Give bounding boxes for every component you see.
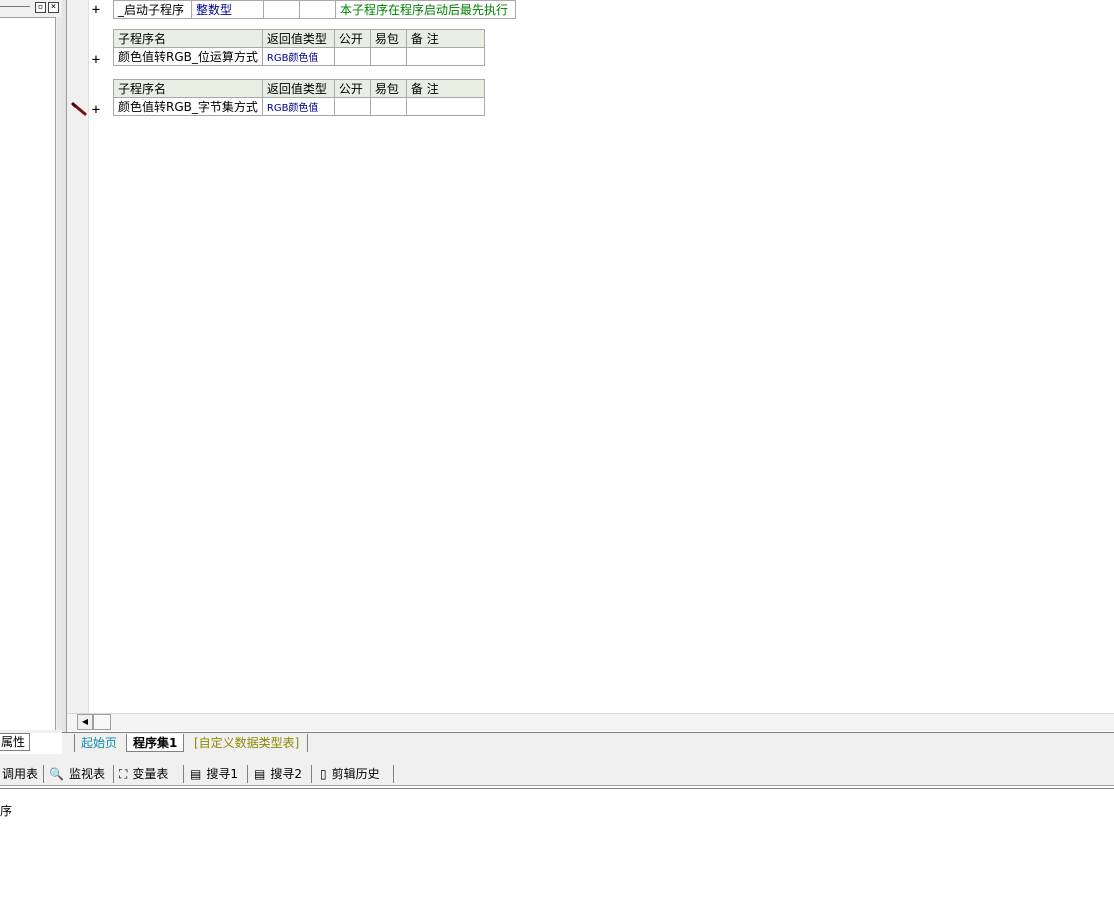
scroll-left-arrow-icon[interactable]: ◀: [77, 714, 93, 730]
panel-title-line: [0, 6, 30, 7]
header-easy-pack: 易包: [369, 79, 407, 98]
table-header-row: 子程序名 返回值类型 公开 易包 备 注: [113, 29, 485, 48]
scroll-thumb[interactable]: [93, 714, 111, 730]
tab-program-set-1[interactable]: 程序集1: [126, 734, 185, 752]
header-public: 公开: [333, 29, 371, 48]
call-table-label: 调用表: [2, 767, 39, 781]
return-type[interactable]: RGB颜色值: [261, 97, 335, 116]
note-cell[interactable]: [405, 97, 485, 116]
tab-start-page[interactable]: 起始页: [74, 734, 123, 752]
toolbar-separator: [247, 765, 248, 783]
variable-table-label: 变量表: [132, 767, 169, 781]
restore-icon[interactable]: ▫: [35, 2, 46, 13]
watch-table-button[interactable]: 🔍 监视表: [49, 766, 105, 783]
clipboard-icon: ▯: [320, 767, 327, 781]
header-note: 备 注: [405, 79, 485, 98]
search2-label: 搜寻2: [270, 767, 302, 781]
header-return-type: 返回值类型: [261, 79, 335, 98]
subroutine-name[interactable]: 颜色值转RGB_字节集方式: [113, 97, 263, 116]
public-cell[interactable]: [333, 47, 371, 66]
header-note: 备 注: [405, 29, 485, 48]
subroutine-table-bytes: 子程序名 返回值类型 公开 易包 备 注 颜色值转RGB_字节集方式 RGB颜色…: [113, 79, 485, 116]
panel-separator: [0, 754, 1114, 762]
expand-icon[interactable]: +: [90, 3, 102, 17]
table-row: _启动子程序 整数型 本子程序在程序启动后最先执行: [113, 0, 516, 19]
header-easy-pack: 易包: [369, 29, 407, 48]
close-icon[interactable]: ×: [48, 2, 59, 13]
toolbar-separator: [311, 765, 312, 783]
toolbar-separator: [393, 765, 394, 783]
search-doc-icon: ▤: [254, 767, 266, 781]
subroutine-name[interactable]: _启动子程序: [113, 0, 192, 19]
subroutine-name[interactable]: 颜色值转RGB_位运算方式: [113, 47, 263, 66]
header-return-type: 返回值类型: [261, 29, 335, 48]
public-cell[interactable]: [333, 97, 371, 116]
properties-tab[interactable]: 属性: [0, 733, 30, 751]
tab-custom-data-types[interactable]: [自定义数据类型表]: [188, 734, 309, 752]
easy-pack-cell[interactable]: [369, 97, 407, 116]
header-name: 子程序名: [113, 29, 263, 48]
output-text: 序: [0, 804, 13, 818]
table-header-row: 子程序名 返回值类型 公开 易包 备 注: [113, 79, 485, 98]
watch-table-label: 监视表: [68, 767, 105, 781]
edit-pen-icon: [71, 102, 87, 116]
variables-icon: ⛶: [119, 767, 128, 781]
header-name: 子程序名: [113, 79, 263, 98]
search1-label: 搜寻1: [206, 767, 238, 781]
magnifier-icon: 🔍: [49, 767, 64, 781]
toolbar-separator: [113, 765, 114, 783]
return-type[interactable]: 整数型: [191, 0, 264, 19]
search1-button[interactable]: ▤ 搜寻1: [190, 766, 238, 783]
call-table-button[interactable]: 调用表: [2, 766, 38, 783]
expand-icon[interactable]: +: [90, 53, 102, 67]
search-doc-icon: ▤: [190, 767, 202, 781]
subroutine-table-bitop: 子程序名 返回值类型 公开 易包 备 注 颜色值转RGB_位运算方式 RGB颜色…: [113, 29, 485, 66]
clip-history-label: 剪辑历史: [331, 767, 380, 781]
clip-history-button[interactable]: ▯ 剪辑历史: [320, 766, 380, 783]
search2-button[interactable]: ▤ 搜寻2: [254, 766, 302, 783]
output-pane[interactable]: [0, 788, 1114, 914]
table-row: 颜色值转RGB_位运算方式 RGB颜色值: [113, 47, 485, 66]
expand-icon[interactable]: +: [90, 103, 102, 117]
return-type[interactable]: RGB颜色值: [261, 47, 335, 66]
header-public: 公开: [333, 79, 371, 98]
left-tree-view[interactable]: [0, 17, 56, 730]
toolbar-separator: [183, 765, 184, 783]
table-row: 颜色值转RGB_字节集方式 RGB颜色值: [113, 97, 485, 116]
easy-pack-cell[interactable]: [369, 47, 407, 66]
horizontal-scrollbar[interactable]: [67, 713, 1114, 731]
note-cell[interactable]: [405, 47, 485, 66]
public-cell[interactable]: [263, 0, 300, 19]
subroutine-table-startup: _启动子程序 整数型 本子程序在程序启动后最先执行: [113, 0, 516, 19]
easy-pack-cell[interactable]: [299, 0, 336, 19]
toolbar-separator: [43, 765, 44, 783]
note-cell[interactable]: 本子程序在程序启动后最先执行: [335, 0, 516, 19]
variable-table-button[interactable]: ⛶ 变量表: [119, 766, 168, 783]
